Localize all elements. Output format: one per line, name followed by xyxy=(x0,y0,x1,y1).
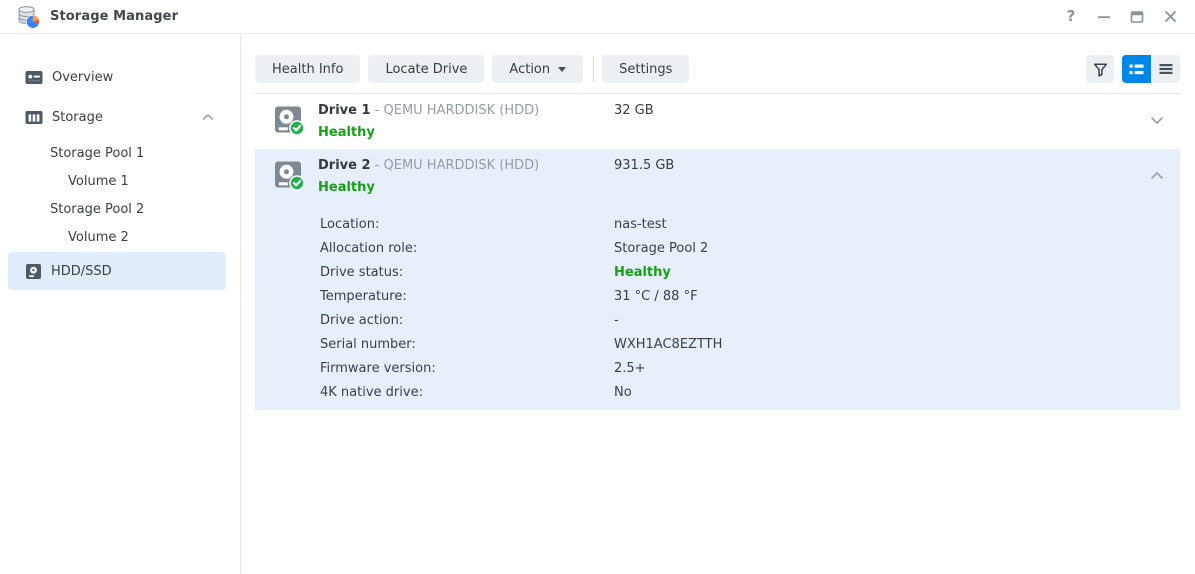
detail-label: Drive action: xyxy=(320,313,614,328)
health-info-button[interactable]: Health Info xyxy=(255,55,360,83)
overview-icon xyxy=(25,70,43,85)
drive-info: Drive 2 - QEMU HARDDISK (HDD) Healthy xyxy=(318,150,614,204)
caret-down-icon xyxy=(558,67,566,72)
sidebar: Overview Storage Storage Pool 1 Volume 1 xyxy=(0,34,241,574)
drive-name: Drive 2 xyxy=(318,158,371,173)
detail-value: - xyxy=(614,313,619,328)
minimize-button[interactable] xyxy=(1093,6,1115,28)
detail-label: Temperature: xyxy=(320,289,614,304)
hdd-ssd-icon xyxy=(25,263,42,280)
toolbar-divider xyxy=(593,56,594,82)
detail-row: Firmware version: 2.5+ xyxy=(320,356,1180,380)
detail-row: Allocation role: Storage Pool 2 xyxy=(320,236,1180,260)
filter-button[interactable] xyxy=(1086,55,1114,83)
drive-model: - QEMU HARDDISK (HDD) xyxy=(375,103,540,118)
detail-value: No xyxy=(614,385,632,400)
sidebar-item-overview[interactable]: Overview xyxy=(8,63,226,91)
sidebar-item-storage-pool-2[interactable]: Storage Pool 2 xyxy=(8,196,226,223)
detail-row: Location: nas-test xyxy=(320,212,1180,236)
sidebar-item-storage[interactable]: Storage xyxy=(8,103,226,131)
chevron-down-icon[interactable] xyxy=(1150,95,1164,149)
sidebar-item-label: Storage xyxy=(52,110,103,125)
drive-model: - QEMU HARDDISK (HDD) xyxy=(375,158,540,173)
drive-row-2[interactable]: Drive 2 - QEMU HARDDISK (HDD) Healthy 93… xyxy=(255,150,1180,204)
detail-view-button[interactable] xyxy=(1122,55,1151,83)
titlebar: Storage Manager ? xyxy=(0,0,1195,34)
drive-size: 931.5 GB xyxy=(614,150,674,204)
detail-label: Allocation role: xyxy=(320,241,614,256)
window-controls: ? xyxy=(1049,6,1181,28)
hamburger-list-icon xyxy=(1159,63,1173,75)
detail-value: Storage Pool 2 xyxy=(614,241,708,256)
storage-manager-app-icon xyxy=(15,4,41,30)
detail-value: 2.5+ xyxy=(614,361,646,376)
drive-name: Drive 1 xyxy=(318,103,371,118)
drive-row-1[interactable]: Drive 1 - QEMU HARDDISK (HDD) Healthy 32… xyxy=(255,95,1180,150)
storage-icon xyxy=(25,110,43,125)
sidebar-item-volume-1[interactable]: Volume 1 xyxy=(8,168,226,195)
sidebar-item-label: Overview xyxy=(52,70,113,85)
compact-view-button[interactable] xyxy=(1151,55,1180,83)
detail-value: nas-test xyxy=(614,217,667,232)
sidebar-item-hdd-ssd[interactable]: HDD/SSD xyxy=(8,252,226,290)
locate-drive-button[interactable]: Locate Drive xyxy=(368,55,484,83)
sidebar-item-volume-2[interactable]: Volume 2 xyxy=(8,224,226,251)
detail-row: Temperature: 31 °C / 88 °F xyxy=(320,284,1180,308)
detail-label: Serial number: xyxy=(320,337,614,352)
help-icon: ? xyxy=(1067,9,1076,24)
detail-label: Firmware version: xyxy=(320,361,614,376)
maximize-button[interactable] xyxy=(1126,6,1148,28)
hdd-drive-icon xyxy=(273,104,305,136)
close-icon xyxy=(1164,10,1177,23)
view-toggle-group xyxy=(1122,55,1180,83)
detail-label: Location: xyxy=(320,217,614,232)
drive-info: Drive 1 - QEMU HARDDISK (HDD) Healthy xyxy=(318,95,614,149)
detail-value: WXH1AC8EZTTH xyxy=(614,337,722,352)
toolbar-right xyxy=(1086,55,1180,83)
detail-row: Drive action: - xyxy=(320,308,1180,332)
detail-row: Drive status: Healthy xyxy=(320,260,1180,284)
action-dropdown-button[interactable]: Action xyxy=(492,55,583,83)
drive-list: Drive 1 - QEMU HARDDISK (HDD) Healthy 32… xyxy=(255,95,1180,410)
toolbar: Health Info Locate Drive Action Settings xyxy=(255,55,1180,83)
detail-label: Drive status: xyxy=(320,265,614,280)
toolbar-separator xyxy=(255,93,1180,94)
chevron-up-icon[interactable] xyxy=(202,113,214,121)
maximize-icon xyxy=(1130,10,1144,24)
drive-panel-2: Drive 2 - QEMU HARDDISK (HDD) Healthy 93… xyxy=(255,150,1180,410)
settings-button[interactable]: Settings xyxy=(602,55,689,83)
filter-icon xyxy=(1092,61,1109,78)
detail-list-icon xyxy=(1129,63,1144,76)
drive-status: Healthy xyxy=(318,180,614,196)
help-button[interactable]: ? xyxy=(1060,6,1082,28)
app-title: Storage Manager xyxy=(50,9,178,24)
hdd-drive-icon xyxy=(273,159,305,191)
sidebar-item-label: HDD/SSD xyxy=(51,264,112,279)
sidebar-item-storage-pool-1[interactable]: Storage Pool 1 xyxy=(8,140,226,167)
storage-manager-window: Storage Manager ? xyxy=(0,0,1195,574)
detail-row: Serial number: WXH1AC8EZTTH xyxy=(320,332,1180,356)
minimize-icon xyxy=(1097,10,1111,24)
drive-size: 32 GB xyxy=(614,95,654,149)
drive-details: Location: nas-test Allocation role: Stor… xyxy=(255,204,1180,404)
detail-label: 4K native drive: xyxy=(320,385,614,400)
detail-row: 4K native drive: No xyxy=(320,380,1180,404)
detail-value-status: Healthy xyxy=(614,265,671,280)
detail-value: 31 °C / 88 °F xyxy=(614,289,698,304)
main-content: Health Info Locate Drive Action Settings xyxy=(241,34,1195,574)
close-button[interactable] xyxy=(1159,6,1181,28)
chevron-up-icon[interactable] xyxy=(1150,150,1164,204)
drive-status: Healthy xyxy=(318,125,614,141)
